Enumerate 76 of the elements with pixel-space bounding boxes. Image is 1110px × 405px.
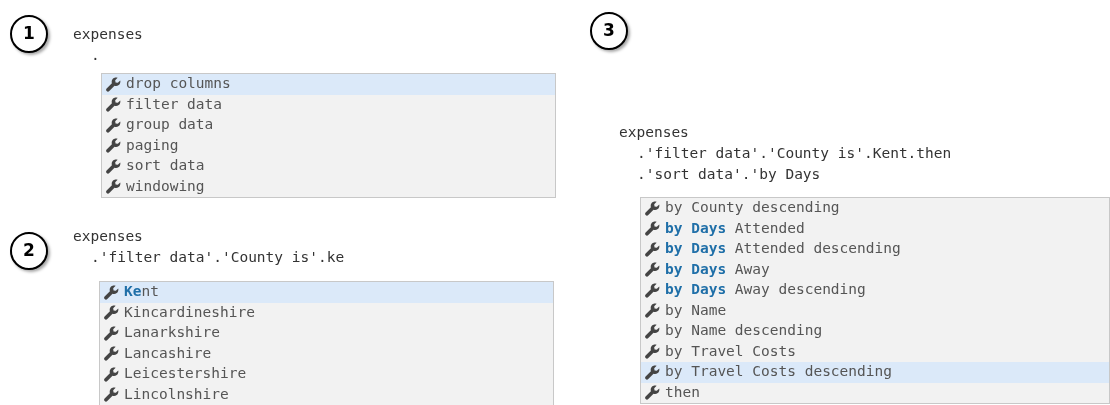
wrench-icon bbox=[104, 387, 119, 403]
wrench-icon bbox=[645, 200, 660, 216]
wrench-icon bbox=[645, 385, 660, 401]
suggestion-label: Leicestershire bbox=[124, 364, 247, 384]
suggestion-label: by Days Away descending bbox=[665, 280, 866, 300]
suggestion-item[interactable]: sort data bbox=[102, 156, 555, 177]
suggestion-label: Lincolnshire bbox=[124, 384, 229, 404]
wrench-icon bbox=[645, 221, 660, 237]
code-line: expenses bbox=[619, 123, 689, 142]
wrench-icon bbox=[104, 366, 119, 382]
suggestion-item[interactable]: by County descending bbox=[641, 198, 1109, 219]
code-line: .'filter data'.'County is'.Kent.then bbox=[637, 144, 952, 163]
suggestion-label: drop columns bbox=[126, 74, 231, 94]
suggestion-label: Lancashire bbox=[124, 343, 212, 363]
wrench-icon bbox=[645, 241, 660, 257]
suggestion-label: by Name descending bbox=[665, 321, 823, 341]
suggestion-item[interactable]: by Name bbox=[641, 300, 1109, 321]
suggestion-item[interactable]: drop columns bbox=[102, 74, 555, 95]
step-number: 2 bbox=[10, 232, 48, 270]
suggestion-label: windowing bbox=[126, 176, 205, 196]
suggestion-label: Lanarkshire bbox=[124, 323, 221, 343]
suggestion-label: by Days Away bbox=[665, 259, 770, 279]
suggestion-label: Kent bbox=[124, 282, 159, 302]
wrench-icon bbox=[106, 97, 121, 113]
wrench-icon bbox=[106, 76, 121, 92]
wrench-icon bbox=[645, 323, 660, 339]
suggestion-label: by Name bbox=[665, 300, 727, 320]
suggestion-label: Kincardineshire bbox=[124, 302, 255, 322]
wrench-icon bbox=[106, 179, 121, 195]
suggestion-item[interactable]: by Days Away bbox=[641, 259, 1109, 280]
wrench-icon bbox=[645, 303, 660, 319]
suggestion-item[interactable]: filter data bbox=[102, 94, 555, 115]
wrench-icon bbox=[106, 138, 121, 154]
wrench-icon bbox=[645, 364, 660, 380]
suggestion-label: sort data bbox=[126, 156, 205, 176]
step-number: 1 bbox=[10, 15, 48, 53]
suggestion-item[interactable]: by Name descending bbox=[641, 321, 1109, 342]
code-line: .'sort data'.'by Days bbox=[637, 165, 821, 184]
code-line: expenses bbox=[73, 227, 143, 246]
suggestion-item[interactable]: Kincardineshire bbox=[100, 302, 553, 323]
suggestion-label: then bbox=[665, 382, 700, 402]
suggestion-item[interactable]: by Days Attended descending bbox=[641, 239, 1109, 260]
suggestion-label: by Days Attended bbox=[665, 218, 805, 238]
wrench-icon bbox=[645, 262, 660, 278]
code-line: . bbox=[91, 46, 100, 65]
suggestion-item[interactable]: then bbox=[641, 382, 1109, 403]
wrench-icon bbox=[104, 346, 119, 362]
suggestion-item[interactable]: Kent bbox=[100, 282, 553, 303]
wrench-icon bbox=[106, 158, 121, 174]
code-line: .'filter data'.'County is'.ke bbox=[91, 248, 345, 267]
suggestion-item[interactable]: windowing bbox=[102, 176, 555, 197]
wrench-icon bbox=[104, 325, 119, 341]
suggestion-item[interactable]: group data bbox=[102, 115, 555, 136]
suggestion-item[interactable]: by Days Away descending bbox=[641, 280, 1109, 301]
suggestion-item[interactable]: by Travel Costs bbox=[641, 341, 1109, 362]
wrench-icon bbox=[645, 282, 660, 298]
suggestion-label: filter data bbox=[126, 94, 223, 114]
suggestion-item[interactable]: by Travel Costs descending bbox=[641, 362, 1109, 383]
wrench-icon bbox=[645, 344, 660, 360]
suggestion-label: paging bbox=[126, 135, 179, 155]
step-number: 3 bbox=[590, 12, 628, 50]
code-line: expenses bbox=[73, 25, 143, 44]
suggestion-label: by Travel Costs bbox=[665, 341, 796, 361]
suggestion-item[interactable]: paging bbox=[102, 135, 555, 156]
suggestion-item[interactable]: Leicestershire bbox=[100, 364, 553, 385]
suggestion-label: by Travel Costs descending bbox=[665, 362, 892, 382]
suggestion-label: group data bbox=[126, 115, 214, 135]
wrench-icon bbox=[106, 117, 121, 133]
wrench-icon bbox=[104, 305, 119, 321]
suggestion-item[interactable]: Lincolnshire bbox=[100, 384, 553, 405]
suggestion-item[interactable]: Lanarkshire bbox=[100, 323, 553, 344]
suggestion-label: by County descending bbox=[665, 198, 840, 218]
wrench-icon bbox=[104, 284, 119, 300]
suggestion-label: by Days Attended descending bbox=[665, 239, 901, 259]
suggestion-item[interactable]: by Days Attended bbox=[641, 218, 1109, 239]
suggestion-item[interactable]: Lancashire bbox=[100, 343, 553, 364]
